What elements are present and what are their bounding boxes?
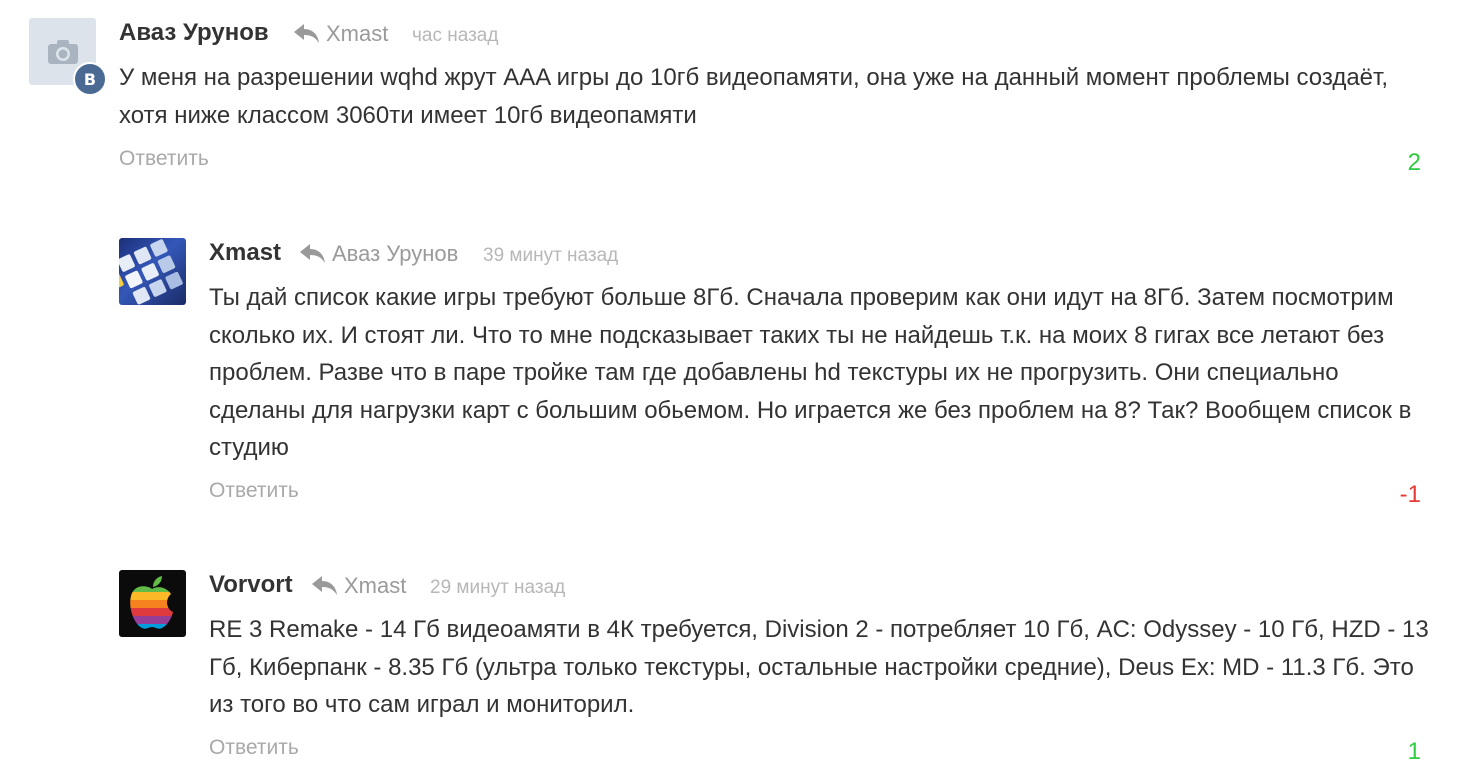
comment-text: Ты дай список какие игры требуют больше … [209,284,1412,461]
keyboard-keys-icon [119,239,183,305]
reply-button[interactable]: Ответить [119,147,209,171]
comment-score: 1 [1407,738,1421,765]
author-name[interactable]: Vorvort [209,571,293,599]
reply-to-name[interactable]: Xmast [326,21,388,47]
reply-arrow-icon [300,244,325,263]
reply-to-name[interactable]: Xmast [344,573,406,599]
comment-text: У меня на разрешении wqhd жрут AAA игры … [119,64,1389,129]
avatar[interactable] [119,570,186,637]
reply-to[interactable]: Xmast [311,573,406,599]
reply-button[interactable]: Ответить [209,736,299,760]
reply-arrow-icon [312,576,337,595]
reply-button[interactable]: Ответить [209,479,299,503]
reply-arrow-icon [294,24,319,43]
comment-time: час назад [412,25,499,46]
avatar[interactable] [119,238,186,305]
reply-to[interactable]: Аваз Урунов [299,241,458,267]
rainbow-apple-icon [130,576,173,629]
camera-icon [47,39,78,64]
author-name[interactable]: Xmast [209,239,281,267]
vk-badge-icon: В [73,62,107,96]
comment-score: -1 [1399,481,1421,508]
reply-to[interactable]: Xmast [293,21,388,47]
comment-time: 29 минут назад [430,577,566,598]
author-name[interactable]: Аваз Урунов [119,19,269,47]
comment-text: RE 3 Remake - 14 Гб видеоамяти в 4К треб… [209,616,1429,718]
comment-score: 2 [1407,149,1421,176]
comment-time: 39 минут назад [483,245,619,266]
reply-to-name[interactable]: Аваз Урунов [332,241,458,267]
